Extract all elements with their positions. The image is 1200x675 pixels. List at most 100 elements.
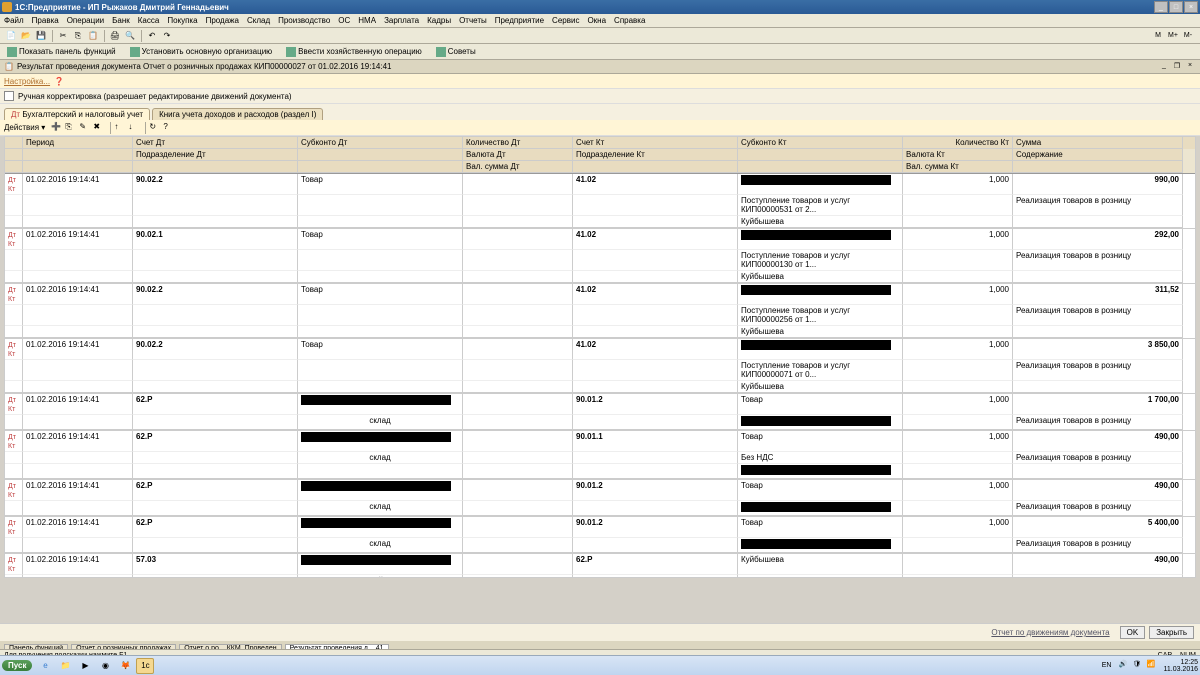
taskbar-clock[interactable]: 12:25 11.03.2016 — [1163, 659, 1198, 673]
settings-link[interactable]: Настройка... — [4, 77, 50, 86]
mode-mplus[interactable]: M+ — [1166, 29, 1180, 43]
menu-банк[interactable]: Банк — [112, 16, 130, 25]
firefox-icon[interactable]: 🦊 — [116, 658, 134, 674]
mode-m[interactable]: M — [1151, 29, 1165, 43]
move-down-icon[interactable]: ↓ — [128, 122, 140, 134]
media-icon[interactable]: ▶ — [76, 658, 94, 674]
undo-icon[interactable]: ↶ — [145, 29, 159, 43]
help-button-icon[interactable]: ? — [163, 122, 175, 134]
system-tray: EN 🔊 🛡 📶 12:25 11.03.2016 — [1102, 659, 1198, 673]
tray-icon[interactable]: 🛡 — [1132, 660, 1144, 672]
1c-icon[interactable]: 1c — [136, 658, 154, 674]
redo-icon[interactable]: ↷ — [160, 29, 174, 43]
menu-продажа[interactable]: Продажа — [206, 16, 239, 25]
menu-предприятие[interactable]: Предприятие — [495, 16, 544, 25]
window-titlebar: 1С:Предприятие - ИП Рыжаков Дмитрий Генн… — [0, 0, 1200, 14]
taskbar: Пуск e 📁 ▶ ◉ 🦊 1c EN 🔊 🛡 📶 12:25 11.03.2… — [0, 655, 1200, 675]
grid-header-row1: Период Счет Дт Субконто Дт Количество Дт… — [5, 137, 1195, 149]
menu-операции[interactable]: Операции — [67, 16, 104, 25]
menu-правка[interactable]: Правка — [32, 16, 59, 25]
accounting-grid[interactable]: Период Счет Дт Субконто Дт Количество Дт… — [4, 136, 1196, 578]
tab-accounting[interactable]: Дт Бухгалтерский и налоговый учет — [4, 108, 150, 120]
maximize-button[interactable]: □ — [1169, 1, 1183, 13]
table-row[interactable]: ДтКт01.02.2016 19:14:4190.02.2Товар41.02… — [5, 339, 1195, 394]
menu-касса[interactable]: Касса — [138, 16, 160, 25]
toolbar-link-3[interactable]: Советы — [433, 46, 479, 58]
grid-header-row3: Вал. сумма Дт Вал. сумма Кт — [5, 161, 1195, 174]
delete-row-icon[interactable]: ✖ — [93, 122, 105, 134]
print-icon[interactable]: 🖨 — [108, 29, 122, 43]
toolbar-link-0[interactable]: Показать панель функций — [4, 46, 119, 58]
table-row[interactable]: ДтКт01.02.2016 19:14:4190.02.2Товар41.02… — [5, 284, 1195, 339]
manual-checkbox[interactable] — [4, 91, 14, 101]
ok-button[interactable]: OK — [1120, 626, 1146, 639]
posting-icon: ДтКт — [8, 557, 16, 573]
posting-icon: ДтКт — [8, 232, 16, 248]
menu-файл[interactable]: Файл — [4, 16, 24, 25]
toolbar-link-2[interactable]: Ввести хозяйственную операцию — [283, 46, 425, 58]
table-row[interactable]: ДтКт01.02.2016 19:14:4157.0362.РКуйбышев… — [5, 554, 1195, 578]
posting-icon: ДтКт — [8, 177, 16, 193]
cut-icon[interactable]: ✂ — [56, 29, 70, 43]
menu-производство[interactable]: Производство — [278, 16, 330, 25]
tray-icon[interactable]: 📶 — [1146, 660, 1158, 672]
refresh-icon[interactable]: ↻ — [149, 122, 161, 134]
save-icon[interactable]: 💾 — [34, 29, 48, 43]
close-button[interactable]: × — [1184, 1, 1198, 13]
table-row[interactable]: ДтКт01.02.2016 19:14:4190.02.2Товар41.02… — [5, 174, 1195, 229]
actions-menu[interactable]: Действия ▾ — [4, 123, 45, 132]
open-icon[interactable]: 📂 — [19, 29, 33, 43]
table-row[interactable]: ДтКт01.02.2016 19:14:4162.Р90.01.2Товар1… — [5, 480, 1195, 517]
menu-отчеты[interactable]: Отчеты — [459, 16, 487, 25]
copy-icon[interactable]: ⎘ — [71, 29, 85, 43]
grid-header-row2: Подразделение Дт Валюта Дт Подразделение… — [5, 149, 1195, 161]
app-icon — [2, 2, 12, 12]
preview-icon[interactable]: 🔍 — [123, 29, 137, 43]
mode-mminus[interactable]: M- — [1181, 29, 1195, 43]
doc-restore-button[interactable]: ❐ — [1171, 62, 1183, 72]
edit-row-icon[interactable]: ✎ — [79, 122, 91, 134]
menu-нма[interactable]: НМА — [358, 16, 376, 25]
movements-report-link[interactable]: Отчет по движениям документа — [991, 628, 1109, 637]
doc-icon: 📋 — [4, 62, 14, 71]
grid-actions-bar: Действия ▾ ➕ ⎘ ✎ ✖ ↑ ↓ ↻ ? — [0, 120, 1200, 136]
doc-close-button[interactable]: × — [1184, 62, 1196, 72]
help-icon[interactable]: ❓ — [54, 77, 64, 86]
menu-покупка[interactable]: Покупка — [167, 16, 197, 25]
manual-edit-bar: Ручная корректировка (разрешает редактир… — [0, 88, 1200, 104]
lang-indicator[interactable]: EN — [1102, 662, 1112, 669]
add-row-icon[interactable]: ➕ — [51, 122, 63, 134]
menu-склад[interactable]: Склад — [247, 16, 270, 25]
document-footer: Отчет по движениям документа OK Закрыть — [0, 623, 1200, 641]
menu-bar: Файл Правка Операции Банк Касса Покупка Продаж… — [0, 14, 1200, 28]
table-row[interactable]: ДтКт01.02.2016 19:14:4162.Р90.01.2Товар1… — [5, 394, 1195, 431]
table-row[interactable]: ДтКт01.02.2016 19:14:4162.Р90.01.1Товар1… — [5, 431, 1195, 480]
menu-окна[interactable]: Окна — [587, 16, 606, 25]
start-button[interactable]: Пуск — [2, 660, 32, 671]
table-row[interactable]: ДтКт01.02.2016 19:14:4190.02.1Товар41.02… — [5, 229, 1195, 284]
menu-справка[interactable]: Справка — [614, 16, 645, 25]
move-up-icon[interactable]: ↑ — [114, 122, 126, 134]
toolbar-link-1[interactable]: Установить основную организацию — [127, 46, 276, 58]
posting-icon: ДтКт — [8, 397, 16, 413]
paste-icon[interactable]: 📋 — [86, 29, 100, 43]
copy-row-icon[interactable]: ⎘ — [65, 122, 77, 134]
explorer-icon[interactable]: 📁 — [56, 658, 74, 674]
doc-minimize-button[interactable]: _ — [1158, 62, 1170, 72]
window-title: 1С:Предприятие - ИП Рыжаков Дмитрий Генн… — [15, 3, 1153, 12]
new-icon[interactable]: 📄 — [4, 29, 18, 43]
table-row[interactable]: ДтКт01.02.2016 19:14:4162.Р90.01.2Товар1… — [5, 517, 1195, 554]
menu-зарплата[interactable]: Зарплата — [384, 16, 419, 25]
tray-icon[interactable]: 🔊 — [1118, 660, 1130, 672]
ie-icon[interactable]: e — [36, 658, 54, 674]
register-tabs: Дт Бухгалтерский и налоговый учет Книга … — [0, 104, 1200, 120]
posting-icon: ДтКт — [8, 287, 16, 303]
chrome-icon[interactable]: ◉ — [96, 658, 114, 674]
tab-income-book[interactable]: Книга учета доходов и расходов (раздел I… — [152, 108, 323, 120]
menu-ос[interactable]: ОС — [338, 16, 350, 25]
manual-checkbox-label: Ручная корректировка (разрешает редактир… — [18, 92, 292, 101]
menu-кадры[interactable]: Кадры — [427, 16, 451, 25]
close-doc-button[interactable]: Закрыть — [1149, 626, 1194, 639]
menu-сервис[interactable]: Сервис — [552, 16, 579, 25]
minimize-button[interactable]: _ — [1154, 1, 1168, 13]
